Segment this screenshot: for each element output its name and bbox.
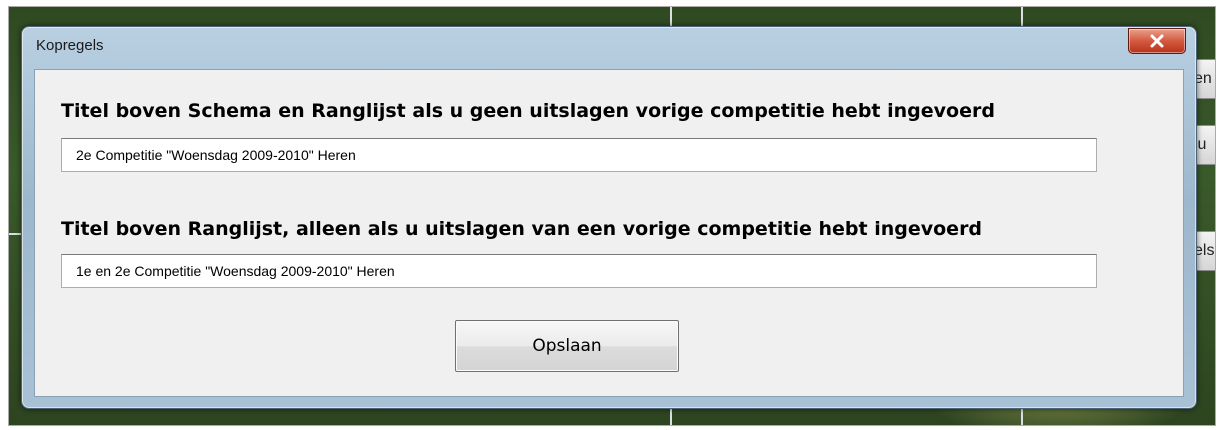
title-schema-input[interactable] (61, 138, 1097, 172)
title-schema-label: Titel boven Schema en Ranglijst als u ge… (61, 100, 995, 122)
window-title: Kopregels (36, 37, 104, 54)
kopregels-dialog: Kopregels Titel boven Schema en Ranglijs… (21, 26, 1197, 409)
title-ranglijst-label: Titel boven Ranglijst, alleen als u uits… (61, 218, 983, 240)
background-button-label: els (1194, 242, 1215, 259)
save-button[interactable]: Opslaan (455, 320, 679, 372)
title-ranglijst-input[interactable] (61, 254, 1097, 288)
dialog-client-area: Titel boven Schema en Ranglijst als u ge… (34, 69, 1184, 397)
close-icon (1150, 34, 1164, 48)
close-button[interactable] (1128, 28, 1186, 54)
